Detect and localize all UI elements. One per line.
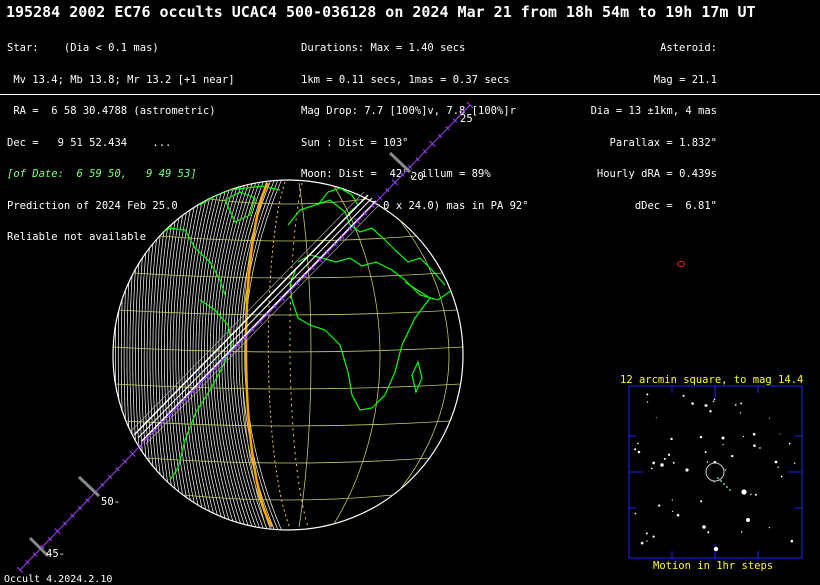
track-marker-50 <box>77 475 101 498</box>
globe-outline <box>112 179 464 531</box>
track-label-20: 20 <box>411 171 424 183</box>
track-label-50: 50- <box>101 496 120 508</box>
occultation-map <box>16 101 803 574</box>
red-marker <box>677 261 685 267</box>
track-label-45: 45- <box>46 548 65 560</box>
globe <box>112 179 464 531</box>
motion-steps <box>717 477 731 491</box>
finder-title: 12 arcmin square, to mag 14.4 <box>620 374 804 386</box>
finder-caption: Motion in 1hr steps <box>653 560 774 572</box>
software-version: Occult 4.2024.2.10 <box>4 574 113 585</box>
track-label-25: 25 <box>460 113 473 125</box>
finder-stars <box>634 393 796 552</box>
target-star-circle <box>705 462 725 482</box>
finder-ticks <box>629 386 802 558</box>
finder-chart <box>628 385 803 559</box>
track-marker-20 <box>388 151 412 174</box>
finder-box <box>628 385 803 559</box>
